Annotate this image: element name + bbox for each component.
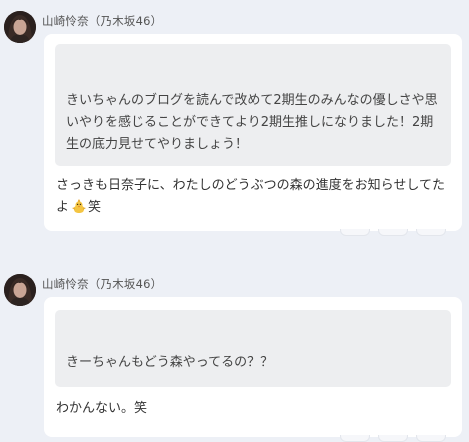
profile-photo-icon [4, 274, 36, 306]
quoted-message: きーちゃんもどう森やってるの？？ [55, 310, 451, 387]
message-card: きいちゃんのブログを読んで改めて2期生のみんなの優しさや思いやりを感じることがで… [44, 34, 462, 236]
chick-emoji-icon [71, 198, 87, 222]
avatar[interactable] [4, 274, 36, 306]
message-2: 山崎怜奈（乃木坂46） きーちゃんもどう森やってるの？？ わかんない。笑 [0, 262, 469, 442]
message-1: 山崎怜奈（乃木坂46） きいちゃんのブログを読んで改めて2期生のみんなの優しさや… [0, 0, 469, 240]
message-card: きーちゃんもどう森やってるの？？ わかんない。笑 [44, 297, 462, 442]
card-footer-tab [416, 435, 446, 442]
reply-message-text: さっきも日奈子に、わたしのどうぶつの森の進度をお知らせしてたよ [56, 178, 445, 215]
card-footer-tab [378, 435, 408, 442]
card-footer-tab [340, 229, 370, 236]
sender-name: 山崎怜奈（乃木坂46） [42, 14, 163, 28]
reply-message-suffix: 笑 [88, 200, 102, 215]
reply-message-text: わかんない。笑 [56, 401, 148, 416]
reply-message: さっきも日奈子に、わたしのどうぶつの森の進度をお知らせしてたよ 笑 [56, 175, 446, 222]
profile-photo-icon [4, 11, 36, 43]
quoted-message: きいちゃんのブログを読んで改めて2期生のみんなの優しさや思いやりを感じることがで… [55, 44, 451, 166]
sender-name: 山崎怜奈（乃木坂46） [42, 277, 163, 291]
card-footer-tab [416, 229, 446, 236]
card-footer-tab [340, 435, 370, 442]
card-footer-tab [378, 229, 408, 236]
reply-message: わかんない。笑 [56, 398, 446, 420]
quoted-message-text: きいちゃんのブログを読んで改めて2期生のみんなの優しさや思いやりを感じることがで… [66, 93, 438, 152]
quoted-message-text: きーちゃんもどう森やってるの？？ [66, 355, 274, 370]
avatar[interactable] [4, 11, 36, 43]
